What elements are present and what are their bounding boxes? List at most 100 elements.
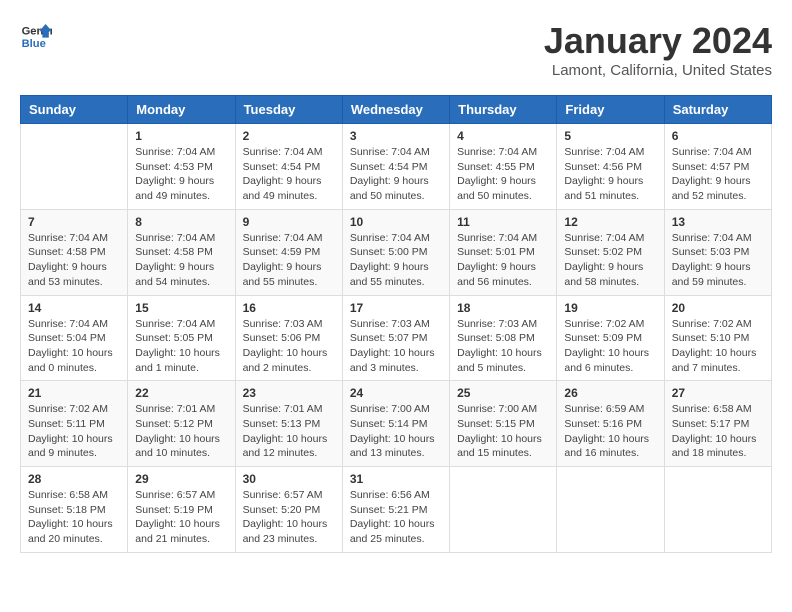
day-info: Sunrise: 7:04 AMSunset: 4:58 PMDaylight:… [135,231,227,290]
day-info: Sunrise: 7:02 AMSunset: 5:10 PMDaylight:… [672,317,764,376]
day-info: Sunrise: 6:57 AMSunset: 5:20 PMDaylight:… [243,488,335,547]
day-info: Sunrise: 7:04 AMSunset: 5:03 PMDaylight:… [672,231,764,290]
calendar-cell [664,467,771,553]
day-number: 27 [672,386,764,400]
calendar-cell: 7 Sunrise: 7:04 AMSunset: 4:58 PMDaylight… [21,209,128,295]
calendar-cell: 29 Sunrise: 6:57 AMSunset: 5:19 PMDayligh… [128,467,235,553]
calendar-cell: 20 Sunrise: 7:02 AMSunset: 5:10 PMDayligh… [664,295,771,381]
day-number: 5 [564,129,656,143]
day-number: 4 [457,129,549,143]
header-monday: Monday [128,96,235,124]
calendar-cell [450,467,557,553]
header-sunday: Sunday [21,96,128,124]
day-number: 1 [135,129,227,143]
day-number: 9 [243,215,335,229]
week-row-2: 14Sunrise: 7:04 AMSunset: 5:04 PMDayligh… [21,295,772,381]
header-saturday: Saturday [664,96,771,124]
day-number: 21 [28,386,120,400]
day-number: 20 [672,301,764,315]
day-number: 18 [457,301,549,315]
day-info: Sunrise: 7:01 AMSunset: 5:13 PMDaylight:… [243,402,335,461]
calendar-table: SundayMondayTuesdayWednesdayThursdayFrid… [20,95,772,553]
calendar-cell: 1 Sunrise: 7:04 AMSunset: 4:53 PMDaylight… [128,124,235,210]
calendar-cell: 21 Sunrise: 7:02 AMSunset: 5:11 PMDayligh… [21,381,128,467]
calendar-cell: 10 Sunrise: 7:04 AMSunset: 5:00 PMDayligh… [342,209,449,295]
day-number: 12 [564,215,656,229]
day-number: 13 [672,215,764,229]
day-info: Sunrise: 7:04 AMSunset: 5:00 PMDaylight:… [350,231,442,290]
calendar-cell [21,124,128,210]
week-row-3: 21 Sunrise: 7:02 AMSunset: 5:11 PMDayligh… [21,381,772,467]
day-info: Sunrise: 7:04 AMSunset: 4:58 PMDaylight:… [28,231,120,290]
logo: General Blue [20,20,52,52]
calendar-cell: 26Sunrise: 6:59 AMSunset: 5:16 PMDayligh… [557,381,664,467]
calendar-cell: 27 Sunrise: 6:58 AMSunset: 5:17 PMDayligh… [664,381,771,467]
day-info: Sunrise: 7:04 AMSunset: 4:56 PMDaylight:… [564,145,656,204]
day-info: Sunrise: 7:04 AMSunset: 5:05 PMDaylight:… [135,317,227,376]
day-info: Sunrise: 7:03 AMSunset: 5:07 PMDaylight:… [350,317,442,376]
calendar-cell: 25Sunrise: 7:00 AMSunset: 5:15 PMDayligh… [450,381,557,467]
day-number: 11 [457,215,549,229]
day-info: Sunrise: 7:04 AMSunset: 5:02 PMDaylight:… [564,231,656,290]
day-info: Sunrise: 7:04 AMSunset: 4:57 PMDaylight:… [672,145,764,204]
day-number: 6 [672,129,764,143]
day-info: Sunrise: 7:01 AMSunset: 5:12 PMDaylight:… [135,402,227,461]
calendar-cell [557,467,664,553]
calendar-cell: 2Sunrise: 7:04 AMSunset: 4:54 PMDaylight… [235,124,342,210]
calendar-subtitle: Lamont, California, United States [544,62,772,79]
day-number: 29 [135,472,227,486]
header-thursday: Thursday [450,96,557,124]
calendar-cell: 28 Sunrise: 6:58 AMSunset: 5:18 PMDayligh… [21,467,128,553]
day-number: 3 [350,129,442,143]
day-number: 7 [28,215,120,229]
day-number: 30 [243,472,335,486]
header-tuesday: Tuesday [235,96,342,124]
calendar-cell: 24Sunrise: 7:00 AMSunset: 5:14 PMDayligh… [342,381,449,467]
logo-icon: General Blue [20,20,52,52]
day-info: Sunrise: 7:02 AMSunset: 5:11 PMDaylight:… [28,402,120,461]
day-info: Sunrise: 7:03 AMSunset: 5:08 PMDaylight:… [457,317,549,376]
calendar-cell: 15 Sunrise: 7:04 AMSunset: 5:05 PMDayligh… [128,295,235,381]
calendar-title: January 2024 [544,20,772,62]
day-number: 22 [135,386,227,400]
day-number: 23 [243,386,335,400]
page-header: General Blue January 2024 Lamont, Califo… [20,20,772,79]
calendar-cell: 8Sunrise: 7:04 AMSunset: 4:58 PMDaylight… [128,209,235,295]
calendar-cell: 30 Sunrise: 6:57 AMSunset: 5:20 PMDayligh… [235,467,342,553]
calendar-cell: 19 Sunrise: 7:02 AMSunset: 5:09 PMDayligh… [557,295,664,381]
calendar-cell: 17Sunrise: 7:03 AMSunset: 5:07 PMDayligh… [342,295,449,381]
day-info: Sunrise: 6:58 AMSunset: 5:17 PMDaylight:… [672,402,764,461]
day-info: Sunrise: 6:56 AMSunset: 5:21 PMDaylight:… [350,488,442,547]
calendar-cell: 18 Sunrise: 7:03 AMSunset: 5:08 PMDayligh… [450,295,557,381]
calendar-cell: 14Sunrise: 7:04 AMSunset: 5:04 PMDayligh… [21,295,128,381]
day-number: 14 [28,301,120,315]
calendar-cell: 13 Sunrise: 7:04 AMSunset: 5:03 PMDayligh… [664,209,771,295]
day-number: 25 [457,386,549,400]
day-number: 16 [243,301,335,315]
calendar-cell: 16 Sunrise: 7:03 AMSunset: 5:06 PMDayligh… [235,295,342,381]
day-info: Sunrise: 7:04 AMSunset: 4:54 PMDaylight:… [243,145,335,204]
title-section: January 2024 Lamont, California, United … [544,20,772,79]
day-info: Sunrise: 6:57 AMSunset: 5:19 PMDaylight:… [135,488,227,547]
calendar-cell: 22 Sunrise: 7:01 AMSunset: 5:12 PMDayligh… [128,381,235,467]
week-row-1: 7 Sunrise: 7:04 AMSunset: 4:58 PMDaylight… [21,209,772,295]
week-row-4: 28 Sunrise: 6:58 AMSunset: 5:18 PMDayligh… [21,467,772,553]
day-info: Sunrise: 7:03 AMSunset: 5:06 PMDaylight:… [243,317,335,376]
calendar-cell: 5 Sunrise: 7:04 AMSunset: 4:56 PMDaylight… [557,124,664,210]
header-friday: Friday [557,96,664,124]
calendar-cell: 3Sunrise: 7:04 AMSunset: 4:54 PMDaylight… [342,124,449,210]
day-number: 28 [28,472,120,486]
day-number: 31 [350,472,442,486]
day-info: Sunrise: 7:04 AMSunset: 4:53 PMDaylight:… [135,145,227,204]
svg-text:Blue: Blue [22,38,46,50]
day-number: 19 [564,301,656,315]
day-info: Sunrise: 6:59 AMSunset: 5:16 PMDaylight:… [564,402,656,461]
calendar-cell: 12 Sunrise: 7:04 AMSunset: 5:02 PMDayligh… [557,209,664,295]
day-number: 10 [350,215,442,229]
day-number: 15 [135,301,227,315]
day-info: Sunrise: 6:58 AMSunset: 5:18 PMDaylight:… [28,488,120,547]
day-info: Sunrise: 7:00 AMSunset: 5:14 PMDaylight:… [350,402,442,461]
day-info: Sunrise: 7:04 AMSunset: 4:55 PMDaylight:… [457,145,549,204]
day-info: Sunrise: 7:02 AMSunset: 5:09 PMDaylight:… [564,317,656,376]
calendar-cell: 9Sunrise: 7:04 AMSunset: 4:59 PMDaylight… [235,209,342,295]
